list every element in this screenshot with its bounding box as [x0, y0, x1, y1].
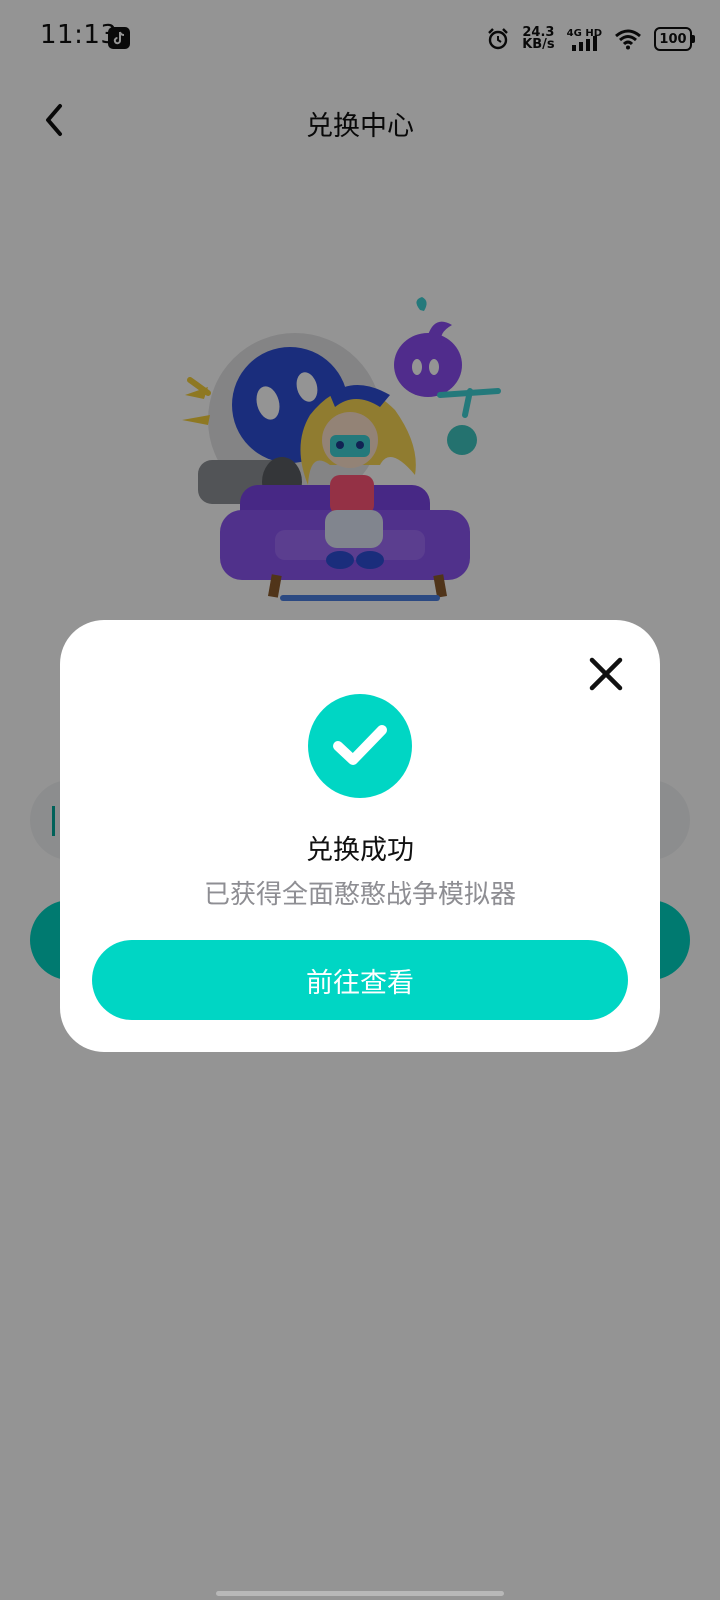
dialog-subtitle: 已获得全面憨憨战争模拟器: [203, 880, 516, 910]
checkmark-circle-icon: [308, 694, 412, 798]
view-now-button[interactable]: 前往查看: [92, 940, 628, 1020]
close-icon[interactable]: [584, 652, 628, 696]
dialog-title: 兑换成功: [306, 835, 414, 866]
success-dialog: 兑换成功 已获得全面憨憨战争模拟器 前往查看: [60, 620, 660, 1052]
home-indicator[interactable]: [216, 1591, 504, 1596]
redeem-center-page: 11:13 24.3 KB/s 4G HD 100 兑换中心 兑换成功 已获得全…: [0, 0, 720, 1600]
